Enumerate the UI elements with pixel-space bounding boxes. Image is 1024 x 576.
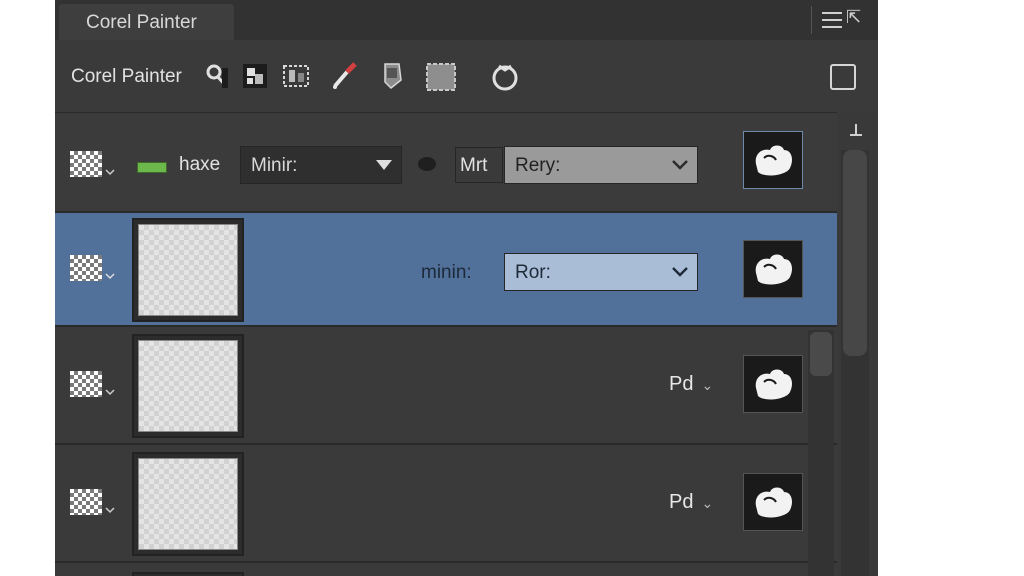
layer-row[interactable]: Pd ⌄ bbox=[55, 445, 837, 563]
visibility-checker-icon[interactable] bbox=[70, 371, 102, 397]
layer-adjust-icon[interactable] bbox=[280, 60, 312, 92]
layer-properties-row: haxe Minir: Mrt Rery: bbox=[55, 113, 837, 213]
scroll-top-icon[interactable] bbox=[849, 124, 863, 136]
layer-mask-thumbnail[interactable] bbox=[743, 473, 803, 531]
layer-blend-dropdown[interactable]: Ror: bbox=[504, 253, 698, 291]
composite-method-dropdown[interactable]: Minir: bbox=[240, 146, 402, 184]
layer-blend-value: Ror: bbox=[515, 262, 551, 283]
layer-name-label: haxe bbox=[179, 154, 221, 175]
blend-mode-dropdown[interactable]: Rery: bbox=[504, 146, 698, 184]
blend-mode-value: Rery: bbox=[515, 155, 561, 176]
layer-row[interactable] bbox=[55, 563, 837, 576]
layer-mask-thumbnail[interactable] bbox=[743, 240, 803, 298]
panel-toolbar: Corel Painter bbox=[55, 40, 878, 113]
layer-row[interactable]: Pd ⌄ bbox=[55, 327, 837, 445]
layer-color-swatch[interactable] bbox=[137, 162, 167, 173]
panel-scrollbar[interactable] bbox=[837, 112, 878, 576]
layers-panel: Corel Painter ⇱ Corel Painter haxe Minir… bbox=[55, 0, 878, 576]
menu-icon[interactable] bbox=[822, 12, 842, 28]
pen-tool-icon[interactable] bbox=[202, 60, 234, 92]
visibility-checker-icon[interactable] bbox=[70, 151, 102, 177]
layer-thumbnail[interactable] bbox=[132, 218, 244, 322]
composite-method-value: Minir: bbox=[251, 155, 298, 176]
toolbar-label: Corel Painter bbox=[71, 66, 182, 87]
mask-shape-icon bbox=[755, 145, 792, 176]
chevron-down-icon[interactable] bbox=[105, 505, 115, 515]
panel-title: Corel Painter bbox=[86, 12, 197, 33]
visibility-checker-icon[interactable] bbox=[70, 489, 102, 515]
chevron-down-icon: ⌄ bbox=[701, 495, 714, 511]
layer-list-scrollbar[interactable] bbox=[808, 330, 834, 576]
mrt-label: Mrt bbox=[460, 155, 488, 176]
layer-mask-thumbnail[interactable] bbox=[743, 355, 803, 413]
chevron-down-icon bbox=[672, 160, 688, 170]
layer-mask-thumbnail[interactable] bbox=[743, 131, 803, 189]
layer-blend-value: Pd bbox=[669, 373, 694, 395]
mrt-toggle[interactable]: Mrt bbox=[455, 147, 503, 183]
pour-icon[interactable] bbox=[489, 60, 521, 92]
chevron-down-icon[interactable] bbox=[105, 167, 115, 177]
panel-tab[interactable]: Corel Painter bbox=[59, 4, 234, 40]
layer-blend-selector[interactable]: Pd ⌄ bbox=[669, 491, 713, 514]
layer-list: haxe Minir: Mrt Rery: minin: Ror: Pd ⌄ P… bbox=[55, 113, 837, 576]
mask-shape-icon bbox=[755, 369, 792, 400]
maximize-button[interactable] bbox=[830, 64, 856, 90]
panel-menu: ⇱ bbox=[811, 6, 872, 34]
canvas-icon[interactable] bbox=[425, 60, 457, 92]
pin-icon[interactable]: ⇱ bbox=[846, 7, 861, 28]
layer-row[interactable]: minin: Ror: bbox=[55, 213, 837, 327]
layer-thumbnail[interactable] bbox=[132, 572, 244, 576]
scrollbar-thumb[interactable] bbox=[810, 332, 832, 376]
scrollbar-thumb[interactable] bbox=[843, 150, 867, 356]
layer-transform-icon[interactable] bbox=[377, 60, 409, 92]
panel-titlebar: Corel Painter ⇱ bbox=[55, 0, 878, 40]
scrollbar-track[interactable] bbox=[841, 150, 869, 576]
mask-shape-icon bbox=[755, 254, 792, 285]
mask-shape-icon bbox=[755, 487, 792, 518]
dropper-brush-icon[interactable] bbox=[329, 60, 361, 92]
chevron-down-icon: ⌄ bbox=[701, 377, 714, 393]
chevron-down-icon[interactable] bbox=[105, 387, 115, 397]
caret-down-icon bbox=[376, 160, 392, 170]
layer-blend-value: Pd bbox=[669, 491, 694, 513]
layer-thumbnail[interactable] bbox=[132, 452, 244, 556]
layer-thumbnail[interactable] bbox=[132, 334, 244, 438]
chevron-down-icon[interactable] bbox=[105, 271, 115, 281]
visibility-checker-icon[interactable] bbox=[70, 255, 102, 281]
preserve-transparency-icon[interactable] bbox=[418, 157, 436, 171]
layer-blend-selector[interactable]: Pd ⌄ bbox=[669, 373, 713, 396]
layer-blend-label: minin: bbox=[421, 262, 472, 283]
layer-group-icon[interactable] bbox=[239, 60, 271, 92]
chevron-down-icon bbox=[672, 267, 688, 277]
